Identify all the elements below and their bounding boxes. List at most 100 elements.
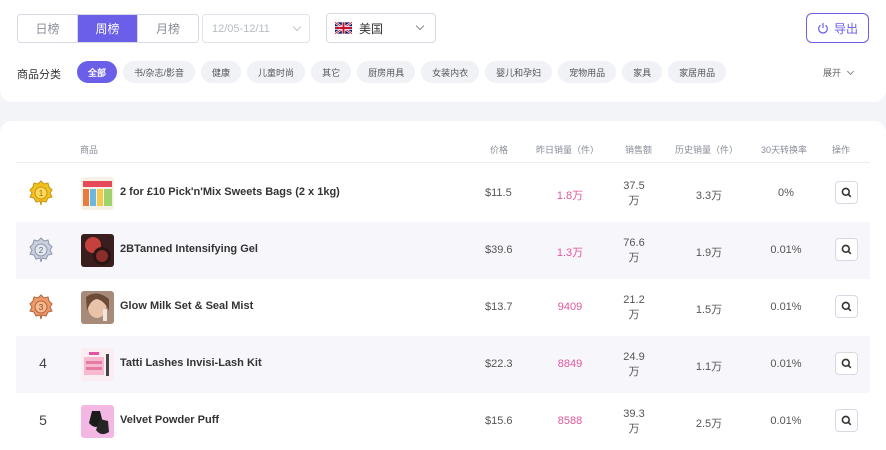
sales-amount-cell: 37.5 万 — [620, 179, 648, 209]
table-row[interactable]: 4 Tatti Lashes Invisi-Lash Kit $22.3 884… — [16, 336, 870, 393]
ranking-table: 商品 价格 昨日销量（件） 销售额 历史销量（件） 30天转换率 操作 1 2 … — [0, 121, 886, 450]
tab-monthly[interactable]: 月榜 — [138, 15, 198, 42]
conversion-cell: 0% — [778, 187, 794, 199]
category-list: 全部 书/杂志/影音 健康 儿童时尚 其它 厨房用具 女装内衣 婴儿和孕妇 宠物… — [77, 61, 727, 83]
rank-number: 4 — [39, 355, 47, 371]
category-chip-all[interactable]: 全部 — [77, 61, 118, 83]
search-icon — [841, 301, 852, 312]
country-select[interactable]: 美国 — [326, 13, 436, 43]
conversion-cell: 0.01% — [770, 415, 802, 427]
history-sales-cell: 1.5万 — [695, 304, 723, 316]
category-label: 商品分类 — [17, 69, 61, 81]
product-image — [81, 348, 114, 381]
table-row[interactable]: 2 2BTanned Intensifying Gel $39.6 1.3万 7… — [16, 222, 870, 279]
header-yesterday-sales: 昨日销量（件） — [536, 145, 600, 155]
yesterday-sales-cell: 8849 — [557, 358, 583, 370]
category-chip[interactable]: 书/杂志/影音 — [123, 61, 196, 83]
yesterday-sales-cell: 1.8万 — [556, 190, 584, 202]
price-cell: $15.6 — [485, 415, 513, 427]
sales-amount-unit: 万 — [628, 366, 640, 378]
medal-rank-text: 2 — [39, 246, 44, 255]
period-selector: 日榜 周榜 月榜 — [17, 14, 199, 43]
header-conversion: 30天转换率 — [761, 145, 808, 155]
expand-button[interactable]: 展开 — [823, 66, 855, 79]
product-image — [81, 177, 114, 210]
silver-medal-icon: 2 — [29, 237, 53, 263]
tab-weekly[interactable]: 周榜 — [78, 15, 138, 42]
table-row[interactable]: 3 Glow Milk Set & Seal Mist $13.7 9409 2… — [16, 279, 870, 336]
history-sales-cell: 2.5万 — [695, 418, 723, 430]
category-chip[interactable]: 女装内衣 — [421, 61, 480, 83]
price-cell: $22.3 — [485, 358, 513, 370]
header-action: 操作 — [832, 145, 851, 155]
history-sales-cell: 3.3万 — [695, 190, 723, 202]
category-chip[interactable]: 健康 — [201, 61, 242, 83]
price-cell: $13.7 — [485, 301, 513, 313]
table-row[interactable]: 5 Velvet Powder Puff $15.6 8588 39.3 万 2.… — [16, 393, 870, 450]
sales-amount-value: 76.6 — [623, 237, 645, 249]
search-icon — [841, 187, 852, 198]
sales-amount-cell: 39.3 万 — [620, 407, 648, 437]
date-range-text: 12/05-12/11 — [212, 22, 270, 35]
sales-amount-value: 39.3 — [623, 408, 645, 420]
product-name[interactable]: Glow Milk Set & Seal Mist — [120, 300, 253, 312]
header-price: 价格 — [490, 145, 509, 155]
product-name[interactable]: Velvet Powder Puff — [120, 414, 219, 426]
search-action-button[interactable] — [835, 409, 858, 432]
sales-amount-cell: 76.6 万 — [620, 236, 648, 266]
price-cell: $39.6 — [485, 244, 513, 256]
yesterday-sales-cell: 1.3万 — [556, 247, 584, 259]
sales-amount-value: 24.9 — [623, 351, 645, 363]
rank-number: 5 — [39, 412, 47, 428]
search-icon — [841, 358, 852, 369]
medal-rank-text: 1 — [39, 189, 44, 198]
uk-flag-icon — [335, 22, 352, 34]
sales-amount-cell: 21.2 万 — [620, 293, 648, 323]
sales-amount-value: 37.5 — [623, 180, 645, 192]
search-action-button[interactable] — [835, 238, 858, 261]
search-action-button[interactable] — [835, 181, 858, 204]
category-chip[interactable]: 家具 — [622, 61, 663, 83]
header-product: 商品 — [80, 145, 99, 155]
bronze-medal-icon: 3 — [29, 294, 53, 320]
product-image — [81, 405, 114, 438]
header-history-sales: 历史销量（件） — [675, 145, 739, 155]
chevron-down-icon — [292, 22, 302, 32]
product-name[interactable]: 2 for £10 Pick'n'Mix Sweets Bags (2 x 1k… — [120, 186, 340, 198]
search-action-button[interactable] — [835, 295, 858, 318]
country-name: 美国 — [359, 21, 384, 36]
category-chip[interactable]: 婴儿和孕妇 — [485, 61, 553, 83]
sales-amount-cell: 24.9 万 — [620, 350, 648, 380]
product-name[interactable]: Tatti Lashes Invisi-Lash Kit — [120, 357, 262, 369]
product-image — [81, 291, 114, 324]
yesterday-sales-cell: 8588 — [557, 415, 583, 427]
chevron-down-icon — [415, 21, 425, 31]
category-chip[interactable]: 儿童时尚 — [247, 61, 306, 83]
yesterday-sales-cell: 9409 — [557, 301, 583, 313]
category-chip[interactable]: 厨房用具 — [357, 61, 416, 83]
medal-rank-text: 3 — [39, 303, 44, 312]
history-sales-cell: 1.9万 — [695, 247, 723, 259]
search-action-button[interactable] — [835, 352, 858, 375]
price-cell: $11.5 — [485, 187, 512, 199]
category-chip[interactable]: 其它 — [311, 61, 352, 83]
history-sales-cell: 1.1万 — [695, 361, 723, 373]
tab-daily[interactable]: 日榜 — [18, 15, 78, 42]
search-icon — [841, 415, 852, 426]
gold-medal-icon: 1 — [29, 180, 53, 206]
category-chip[interactable]: 宠物用品 — [558, 61, 617, 83]
header-sales-amount: 销售额 — [625, 145, 653, 155]
export-icon — [818, 23, 828, 34]
conversion-cell: 0.01% — [770, 358, 802, 370]
table-row[interactable]: 1 2 for £10 Pick'n'Mix Sweets Bags (2 x … — [16, 165, 870, 222]
date-range-picker[interactable]: 12/05-12/11 — [202, 14, 310, 43]
sales-amount-unit: 万 — [628, 252, 640, 264]
export-button[interactable]: 导出 — [806, 13, 869, 43]
product-name[interactable]: 2BTanned Intensifying Gel — [120, 243, 258, 255]
chevron-down-icon — [846, 67, 855, 75]
expand-label: 展开 — [823, 68, 842, 78]
conversion-cell: 0.01% — [770, 301, 802, 313]
sales-amount-unit: 万 — [628, 423, 640, 435]
filter-panel: 日榜 周榜 月榜 12/05-12/11 美国 导出 商品分类 全部 书/杂志/… — [0, 0, 886, 102]
category-chip[interactable]: 家居用品 — [668, 61, 727, 83]
